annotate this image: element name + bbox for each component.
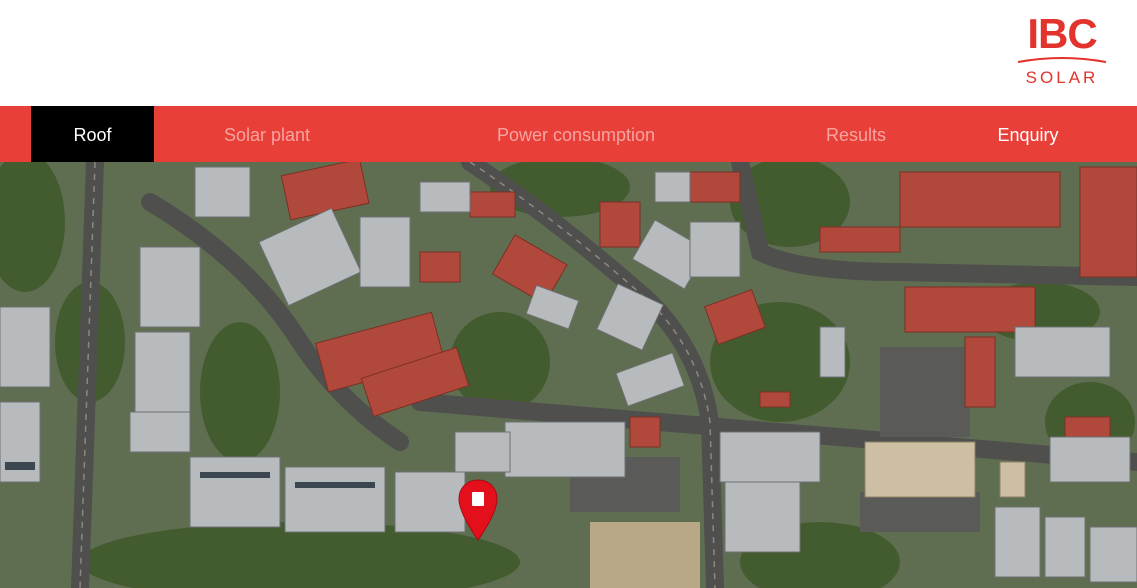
satellite-map[interactable]	[0, 162, 1137, 588]
tab-results[interactable]: Results	[806, 106, 906, 162]
map-imagery	[0, 162, 1137, 588]
map-pin-icon[interactable]	[457, 478, 499, 542]
tab-power-consumption[interactable]: Power consumption	[466, 106, 686, 162]
tab-roof[interactable]: Roof	[31, 106, 154, 162]
logo-arc-icon	[1017, 57, 1107, 63]
step-navigation: Roof Solar plant Power consumption Resul…	[0, 106, 1137, 162]
tab-enquiry[interactable]: Enquiry	[978, 106, 1078, 162]
logo-subtext: SOLAR	[1025, 68, 1099, 87]
logo-wordmark: IBC	[1027, 10, 1097, 57]
ibc-solar-logo[interactable]: IBC SOLAR	[1014, 10, 1110, 90]
app-header: IBC SOLAR	[0, 0, 1137, 106]
tab-solar-plant[interactable]: Solar plant	[190, 106, 344, 162]
